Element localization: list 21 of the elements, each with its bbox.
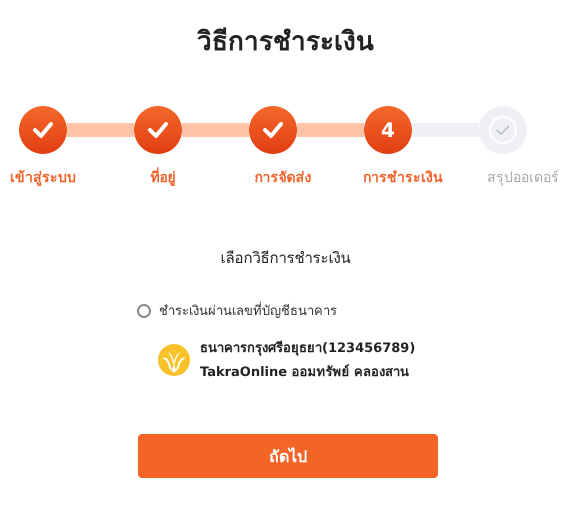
step-label: ที่อยู่ xyxy=(150,166,176,188)
option-label: ชำระเงินผ่านเลขที่บัญชีธนาคาร xyxy=(159,300,337,321)
step-connector xyxy=(182,123,249,137)
bank-name: ธนาคารกรุงศรีอยุธยา(123456789) xyxy=(200,340,416,358)
step-label: สรุปออเดอร์ xyxy=(487,168,559,188)
check-icon xyxy=(32,121,54,139)
section-title: เลือกวิธีการชำระเงิน xyxy=(220,249,350,267)
step-connector xyxy=(297,123,364,137)
step-label: การชำระเงิน xyxy=(363,169,443,188)
radio-button[interactable] xyxy=(137,304,151,318)
next-button[interactable]: ถัดไป xyxy=(138,434,438,478)
check-icon xyxy=(262,121,284,139)
step-label: เข้าสู่ระบบ xyxy=(10,169,76,188)
step-label: การจัดส่ง xyxy=(254,169,312,188)
page-title: วิธีการชำระเงิน xyxy=(196,26,375,59)
check-icon xyxy=(147,121,169,139)
step-number: 4 xyxy=(381,118,395,142)
bank-logo-icon xyxy=(158,344,190,376)
step-connector xyxy=(67,123,134,137)
account-name: TakraOnline ออมทรัพย์ คลองสาน xyxy=(200,363,410,382)
check-icon xyxy=(488,115,518,145)
